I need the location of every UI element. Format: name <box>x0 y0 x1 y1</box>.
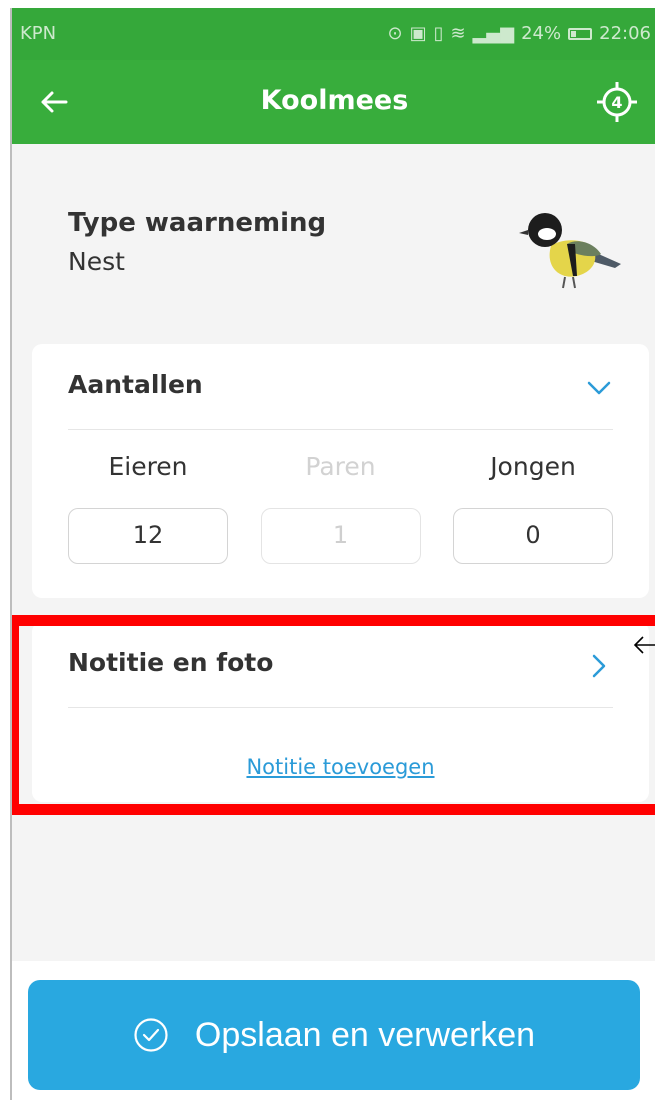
signal-icon: ▂▄▆ <box>472 23 515 44</box>
observation-type-label: Type waarneming <box>68 208 327 238</box>
clock: 22:06 <box>599 23 651 44</box>
battery-icon <box>568 27 593 40</box>
count-eggs-input[interactable]: 12 <box>68 508 228 564</box>
count-pairs: Paren 1 <box>260 444 421 564</box>
app-bar: Koolmees 4 <box>12 60 655 144</box>
top-border <box>0 0 657 8</box>
status-icons: ⊙ ▣ ▯ ≋ ▂▄▆ 24% 22:06 <box>387 23 651 44</box>
bottom-bar: Opslaan en verwerken <box>12 961 655 1100</box>
nfc-icon: ▣ <box>409 23 427 44</box>
status-bar: KPN ⊙ ▣ ▯ ≋ ▂▄▆ 24% 22:06 <box>12 8 655 60</box>
location-icon: ⊙ <box>387 23 403 44</box>
count-pairs-input: 1 <box>260 508 421 564</box>
save-button[interactable]: Opslaan en verwerken <box>28 980 640 1090</box>
counts-row: Eieren 12 Paren 1 Jongen 0 <box>68 444 613 564</box>
observation-type-value: Nest <box>68 247 125 276</box>
wifi-icon: ≋ <box>450 23 466 44</box>
observation-type-section: Type waarneming Nest <box>12 144 655 339</box>
check-circle-icon <box>134 1018 168 1052</box>
count-young-input[interactable]: 0 <box>453 508 613 564</box>
counts-card: Aantallen Eieren 12 Paren 1 Jongen 0 <box>32 344 649 598</box>
highlight-box <box>12 615 655 815</box>
gps-target-icon[interactable]: 4 <box>595 80 639 124</box>
count-young-label: Jongen <box>490 452 576 481</box>
phone-screen: KPN ⊙ ▣ ▯ ≋ ▂▄▆ 24% 22:06 Koolmees 4 Typ… <box>10 8 655 1100</box>
page-title: Koolmees <box>260 85 409 116</box>
counts-card-title: Aantallen <box>68 370 203 399</box>
chevron-down-icon[interactable] <box>585 374 613 402</box>
count-young: Jongen 0 <box>453 444 613 564</box>
count-eggs-label: Eieren <box>108 452 188 481</box>
gps-count: 4 <box>611 93 622 112</box>
carrier-label: KPN <box>20 23 57 44</box>
battery-percent: 24% <box>521 23 562 44</box>
count-eggs: Eieren 12 <box>68 444 228 564</box>
counts-card-header[interactable]: Aantallen <box>68 344 613 430</box>
vibrate-icon: ▯ <box>433 23 444 44</box>
count-pairs-label: Paren <box>305 452 376 481</box>
save-button-label: Opslaan en verwerken <box>194 1015 536 1054</box>
annotation-arrow-icon <box>633 636 655 654</box>
bird-icon <box>519 213 621 289</box>
